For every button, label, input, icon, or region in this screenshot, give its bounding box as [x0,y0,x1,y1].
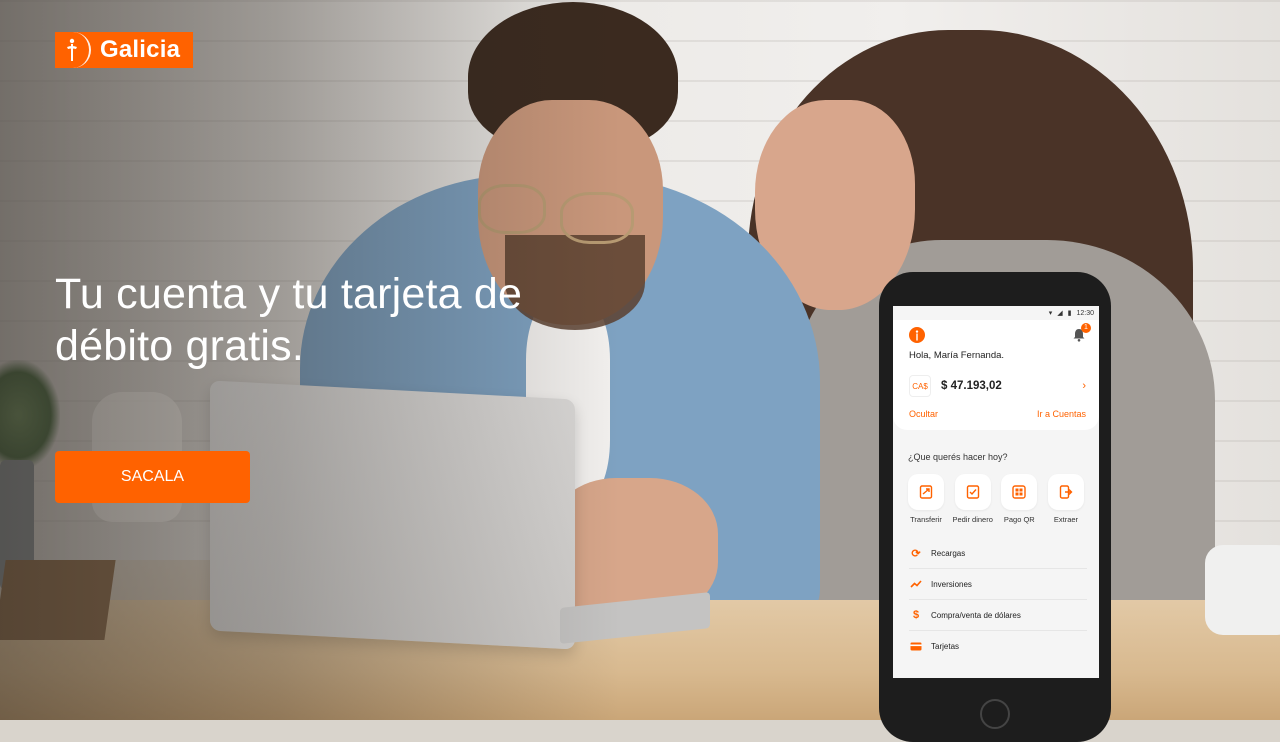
status-bar: ▾ ◢ ▮ 12:30 [893,306,1099,320]
account-card: 1 Hola, María Fernanda. CA$ $ 47.193,02 … [893,320,1099,430]
dollar-icon: $ [912,609,920,621]
action-label: Transferir [910,515,942,524]
menu-item-inversiones[interactable]: Inversiones [909,569,1087,600]
headline-line-2: débito gratis. [55,322,305,370]
account-row[interactable]: CA$ $ 47.193,02 › [909,373,1086,399]
greeting: Hola, María Fernanda. [909,350,1005,361]
menu-item-label: Tarjetas [931,641,960,651]
quick-actions: Transferir Pedir dinero Pago QR Extraer [893,474,1099,524]
battery-icon: ▮ [1067,310,1072,317]
menu-item-label: Inversiones [931,579,972,589]
action-label: Pedir dinero [952,515,993,524]
phone-menu: ⟳ Recargas Inversiones $ Compra/venta de… [909,538,1087,661]
phone-home-button [980,699,1010,729]
account-type-chip: CA$ [909,375,931,397]
notifications-bell-icon[interactable]: 1 [1072,323,1091,342]
chevron-right-icon: › [1082,380,1086,392]
trend-icon [909,577,923,591]
galicia-cross-icon [55,32,91,68]
sacala-button[interactable]: SACALA [55,451,250,503]
menu-item-dolares[interactable]: $ Compra/venta de dólares [909,600,1087,631]
chair [1205,545,1280,635]
go-to-accounts-link[interactable]: Ir a Cuentas [1037,409,1086,419]
menu-item-label: Compra/venta de dólares [931,610,1021,620]
menu-item-tarjetas[interactable]: Tarjetas [909,631,1087,661]
galicia-logo-text: Galicia [100,36,181,63]
headline-line-1: Tu cuenta y tu tarjeta de [55,270,523,318]
action-pago-qr[interactable]: Pago QR [1000,474,1038,524]
qr-icon [1001,474,1038,510]
action-label: Extraer [1053,515,1079,524]
withdraw-icon [1047,474,1084,510]
galicia-logo[interactable]: Galicia [55,32,193,68]
status-time: 12:30 [1076,309,1094,317]
galicia-app-icon [909,327,925,343]
action-pedir-dinero[interactable]: Pedir dinero [952,474,993,524]
phone-screen: ▾ ◢ ▮ 12:30 1 Hola, María Fernanda. CA$ … [893,306,1099,678]
transfer-icon [908,474,944,510]
request-money-icon [954,474,991,510]
signal-icon: ◢ [1057,310,1063,317]
account-balance: $ 47.193,02 [941,380,1002,392]
refresh-icon: ⟳ [911,547,921,560]
menu-item-label: Recargas [931,548,966,558]
card-icon [909,639,923,653]
phone-mockup: ▾ ◢ ▮ 12:30 1 Hola, María Fernanda. CA$ … [879,272,1111,742]
hero-headline: Tu cuenta y tu tarjeta de débito gratis. [55,268,615,372]
notification-badge: 1 [1081,323,1091,333]
hide-balance-link[interactable]: Ocultar [909,409,938,419]
action-transferir[interactable]: Transferir [907,474,945,524]
wifi-icon: ▾ [1048,310,1053,317]
action-label: Pago QR [1003,515,1035,524]
actions-question: ¿Que querés hacer hoy? [908,452,1008,462]
action-extraer[interactable]: Extraer [1047,474,1085,524]
menu-item-recargas[interactable]: ⟳ Recargas [909,538,1087,569]
